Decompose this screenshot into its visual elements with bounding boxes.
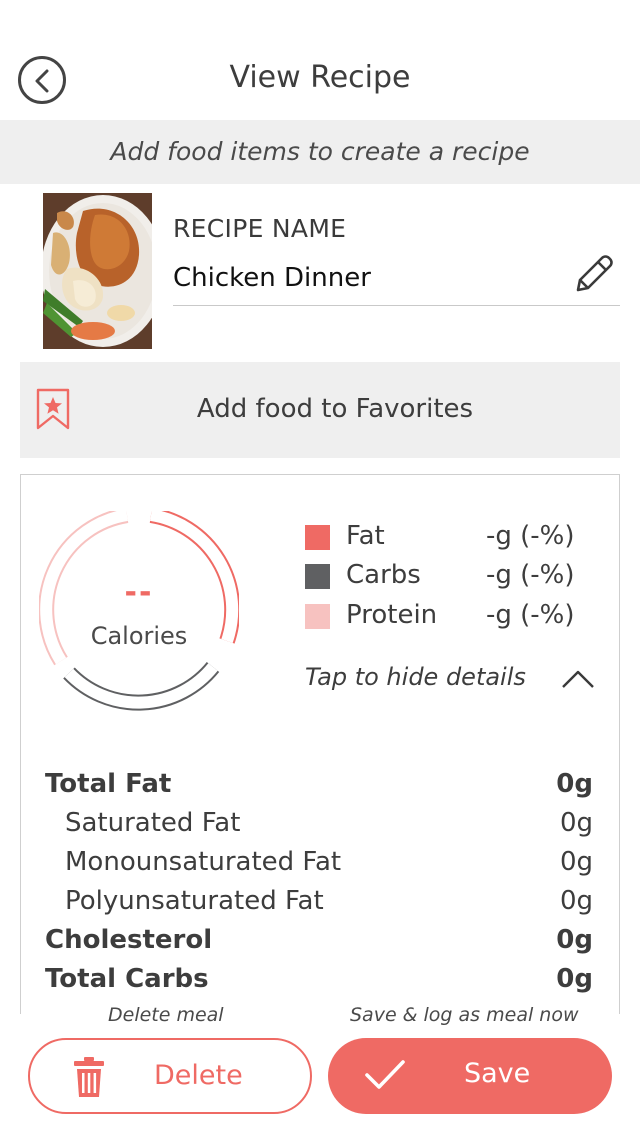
add-to-favorites-label: Add food to Favorites (196, 394, 474, 424)
recipe-name-value[interactable]: Chicken Dinner (173, 263, 371, 293)
calories-label: Calories (90, 622, 188, 650)
legend-fat-value: -g (-%) (486, 521, 575, 551)
fat-swatch (305, 525, 330, 550)
delete-button-label: Delete (154, 1060, 243, 1091)
nutrient-name: Monounsaturated Fat (65, 847, 342, 877)
calories-donut-chart (39, 511, 239, 711)
legend-fat: Fat -g (-%) (305, 521, 615, 553)
nutrition-summary-card: -- Calories Fat -g (-%) Carbs -g (-%) Pr… (20, 474, 620, 1014)
delete-button[interactable]: Delete (28, 1038, 312, 1114)
add-food-hint[interactable]: Add food items to create a recipe (0, 120, 640, 184)
legend-carbs-name: Carbs (346, 560, 421, 590)
save-button-label: Save (464, 1058, 531, 1089)
trash-icon (74, 1057, 104, 1097)
edit-recipe-name-button[interactable] (570, 252, 614, 296)
legend-carbs-value: -g (-%) (486, 560, 575, 590)
legend-fat-name: Fat (346, 521, 385, 551)
nutrient-value: 0g (559, 847, 593, 877)
calories-value: -- (124, 575, 154, 610)
save-button[interactable]: Save (328, 1038, 612, 1114)
recipe-name-label: RECIPE NAME (173, 214, 347, 243)
recipe-name-field[interactable]: Chicken Dinner (173, 255, 620, 306)
nutrient-row-saturated-fat: Saturated Fat 0g (45, 808, 593, 842)
nutrient-value: 0g (556, 769, 593, 799)
nutrient-value: 0g (556, 925, 593, 955)
nutrient-name: Polyunsaturated Fat (65, 886, 324, 916)
legend-protein: Protein -g (-%) (305, 600, 615, 632)
pencil-icon (576, 255, 613, 292)
header: View Recipe (0, 0, 640, 120)
nutrient-name: Saturated Fat (65, 808, 241, 838)
add-to-favorites-button[interactable]: Add food to Favorites (20, 362, 620, 458)
toggle-details-button[interactable]: Tap to hide details (305, 663, 605, 699)
nutrient-row-cholesterol: Cholesterol 0g (45, 925, 593, 959)
protein-swatch (305, 604, 330, 629)
nutrient-value: 0g (559, 808, 593, 838)
legend-protein-name: Protein (346, 600, 438, 630)
nutrient-row-polyunsaturated-fat: Polyunsaturated Fat 0g (45, 886, 593, 920)
nutrient-row-monounsaturated-fat: Monounsaturated Fat 0g (45, 847, 593, 881)
nutrient-row-total-fat: Total Fat 0g (45, 769, 593, 803)
legend-carbs: Carbs -g (-%) (305, 560, 615, 592)
carbs-swatch (305, 564, 330, 589)
chevron-up-icon (562, 670, 594, 688)
legend-protein-value: -g (-%) (486, 600, 575, 630)
recipe-photo[interactable] (43, 193, 152, 349)
nutrient-name: Cholesterol (45, 925, 213, 955)
checkmark-icon (365, 1060, 405, 1089)
page-title: View Recipe (229, 60, 411, 95)
nutrient-value: 0g (556, 964, 593, 994)
delete-hint: Delete meal (108, 1004, 224, 1026)
toggle-details-label: Tap to hide details (305, 663, 526, 691)
nutrient-row-total-carbs: Total Carbs 0g (45, 964, 593, 998)
nutrient-name: Total Carbs (45, 964, 209, 994)
save-hint: Save & log as meal now (350, 1004, 579, 1026)
nutrient-value: 0g (559, 886, 593, 916)
nutrient-name: Total Fat (45, 769, 172, 799)
